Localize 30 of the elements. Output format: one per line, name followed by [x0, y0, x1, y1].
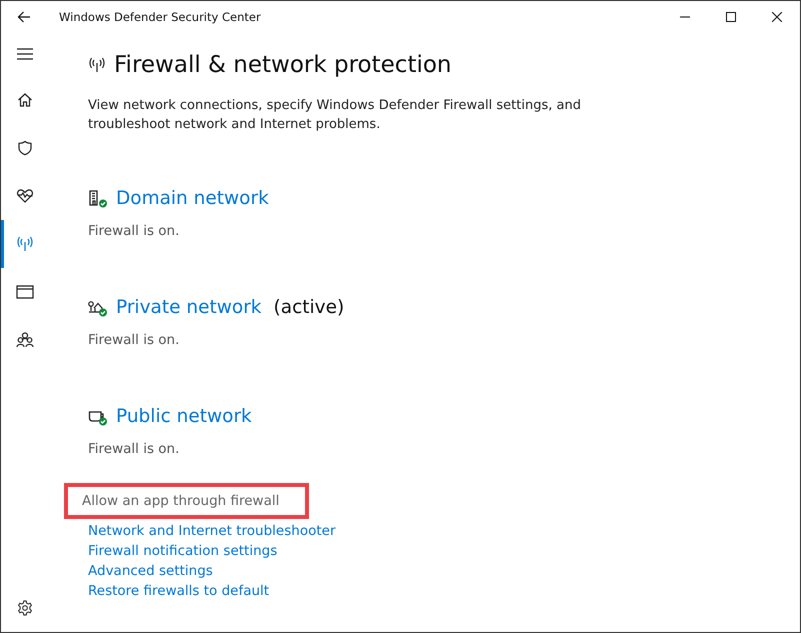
- network-link[interactable]: Domain network: [116, 188, 269, 209]
- browser-window-icon: [16, 285, 34, 299]
- page-title: Firewall & network protection: [114, 52, 452, 78]
- house-tree-icon: [88, 298, 108, 316]
- active-label: (active): [274, 297, 344, 318]
- back-arrow-icon: [17, 10, 31, 22]
- network-link[interactable]: Private network: [116, 297, 262, 318]
- antenna-icon: [16, 236, 34, 252]
- close-icon: [772, 12, 782, 22]
- settings-link[interactable]: Network and Internet troubleshooter: [88, 521, 336, 541]
- antenna-icon: [88, 57, 106, 73]
- firewall-status: Firewall is on.: [88, 332, 180, 348]
- window-title: Windows Defender Security Center: [59, 10, 262, 24]
- building-icon: [88, 190, 108, 208]
- settings-link[interactable]: Restore firewalls to default: [88, 581, 270, 601]
- settings-link[interactable]: Advanced settings: [88, 561, 213, 581]
- minimize-icon: [680, 16, 690, 18]
- firewall-status: Firewall is on.: [88, 223, 180, 239]
- settings-icon: [17, 600, 33, 616]
- family-icon: [16, 332, 34, 348]
- network-link[interactable]: Public network: [116, 406, 252, 427]
- shield-icon: [17, 140, 33, 156]
- settings-link[interactable]: Allow an app through firewall: [64, 483, 310, 519]
- settings-link[interactable]: Firewall notification settings: [88, 541, 278, 561]
- home-icon: [17, 92, 33, 108]
- maximize-icon: [726, 12, 736, 22]
- page-description: View network connections, specify Windows Defender Firewall settings, and troubleshoot network and Internet problems.: [88, 97, 582, 134]
- heart-icon: [16, 188, 34, 204]
- menu-icon: [17, 48, 33, 60]
- firewall-status: Firewall is on.: [88, 441, 180, 457]
